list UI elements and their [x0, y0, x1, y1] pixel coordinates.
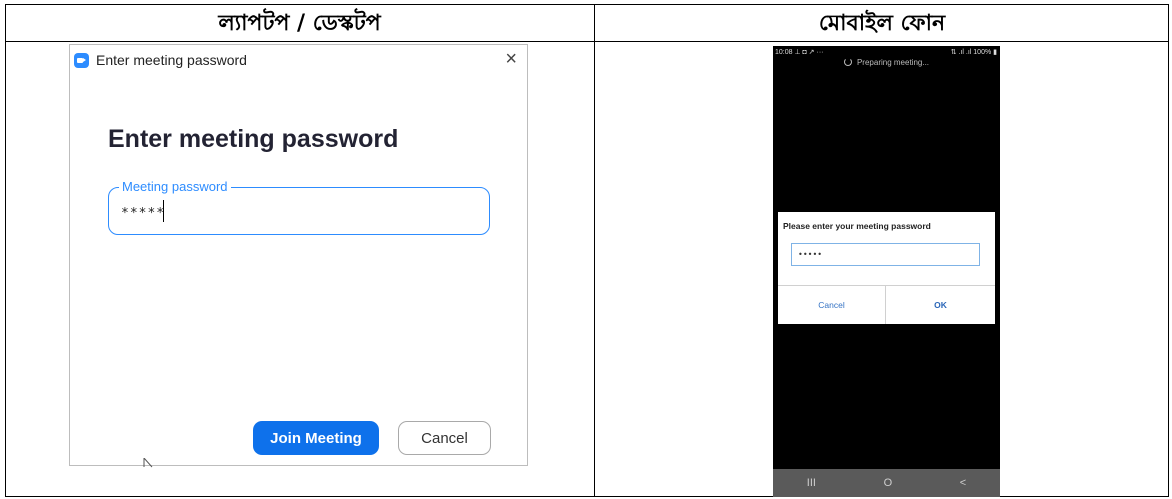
dialog-window-title: Enter meeting password	[96, 52, 247, 68]
android-nav-bar: III O <	[773, 469, 1000, 497]
status-bar: 10:08 ⊥ ◘ ↗ ··· ⇅ .ıl .ıl 100% ▮	[773, 46, 1000, 58]
desktop-password-dialog: Enter meeting password × Enter meeting p…	[69, 44, 528, 466]
join-meeting-button[interactable]: Join Meeting	[253, 421, 379, 455]
mobile-screenshot: 10:08 ⊥ ◘ ↗ ··· ⇅ .ıl .ıl 100% ▮ Prepari…	[773, 46, 1000, 497]
meeting-password-field[interactable]: Meeting password	[108, 179, 490, 235]
table-border-right	[1168, 4, 1169, 497]
mouse-pointer-icon	[143, 458, 153, 468]
table-column-divider	[594, 4, 595, 497]
mobile-password-input[interactable]	[791, 243, 980, 266]
text-caret	[163, 200, 164, 222]
preparing-text: Preparing meeting...	[856, 58, 930, 67]
cancel-button[interactable]: Cancel	[398, 421, 491, 455]
recent-apps-icon[interactable]: III	[807, 477, 816, 489]
loading-spinner-icon	[843, 58, 852, 66]
close-icon[interactable]: ×	[505, 48, 517, 71]
header-mobile-phone: মোবাইল ফোন	[818, 10, 946, 36]
meeting-password-label: Meeting password	[119, 179, 231, 194]
meeting-password-input[interactable]	[119, 202, 453, 224]
mobile-cancel-button[interactable]: Cancel	[778, 286, 885, 324]
mobile-ok-button[interactable]: OK	[886, 286, 995, 324]
mobile-password-dialog: Please enter your meeting password Cance…	[778, 212, 995, 324]
status-time: 10:08 ⊥ ◘ ↗ ···	[775, 49, 824, 56]
dialog-heading: Enter meeting password	[108, 125, 399, 153]
table-border-left	[5, 4, 6, 497]
dialog-titlebar: Enter meeting password ×	[70, 45, 527, 77]
header-laptop-desktop: ল্যাপটপ / ডেস্কটপ	[218, 10, 381, 36]
preparing-meeting-status: Preparing meeting...	[773, 58, 1000, 67]
mobile-dialog-title: Please enter your meeting password	[783, 221, 931, 231]
home-icon[interactable]: O	[884, 477, 893, 489]
zoom-app-icon	[74, 53, 89, 68]
back-icon[interactable]: <	[960, 477, 966, 489]
status-icons: ⇅ .ıl .ıl 100% ▮	[950, 49, 997, 56]
